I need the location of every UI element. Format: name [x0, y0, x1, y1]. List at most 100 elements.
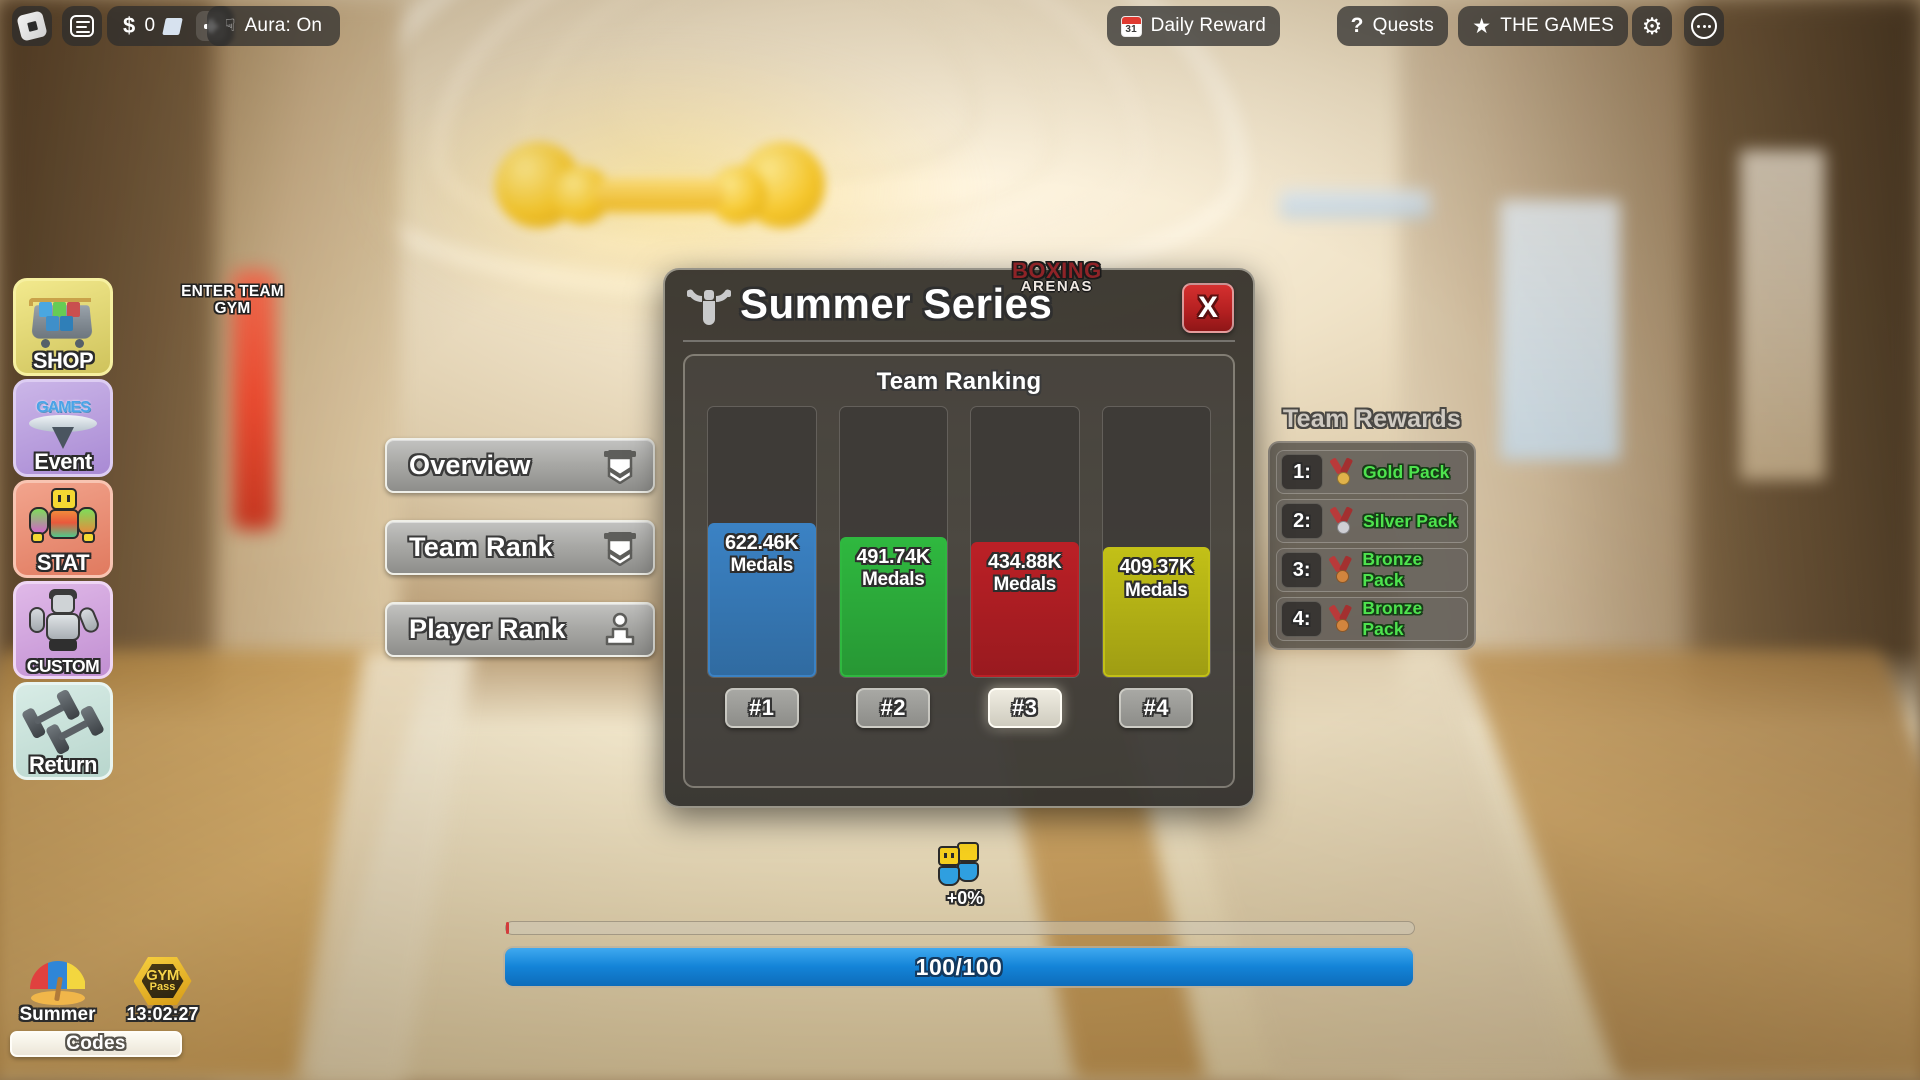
rank-pill-label: #4: [1143, 695, 1169, 720]
gym-pass-badge-line2: Pass: [149, 981, 176, 993]
question-icon: ?: [1350, 14, 1364, 37]
gym-pass-icon: GYM Pass: [130, 955, 196, 1007]
boxing-arenas-watermark: BOXING ARENAS: [1012, 260, 1102, 294]
bar-track: 491.74K Medals: [838, 406, 948, 678]
medal-icon: [1328, 604, 1356, 634]
rank-nav-panel: Overview Team Rank Player Rank: [385, 438, 655, 684]
gym-pass-button[interactable]: GYM Pass 13:02:27: [115, 955, 210, 1026]
teammates-icon: [934, 842, 996, 892]
sidebar-item-return[interactable]: Return: [13, 682, 113, 780]
roblox-topbar: $ 0 ☟ Aura: On 31 Daily Reward ? Quests …: [0, 0, 1920, 52]
bar-fill: 434.88K Medals: [971, 542, 1079, 677]
rank-pill[interactable]: #3: [987, 688, 1062, 728]
enter-team-gym-prompt: ENTER TEAM GYM: [160, 283, 305, 318]
currency-amount: 0: [144, 15, 156, 36]
gym-pass-timer: 13:02:27: [126, 1004, 199, 1024]
reward-place: 1:: [1281, 454, 1323, 490]
menu-icon[interactable]: [62, 6, 102, 46]
sidebar-item-label: SHOP: [32, 348, 94, 373]
reward-place: 3:: [1281, 552, 1323, 588]
sidebar-item-label: STAT: [36, 550, 90, 575]
team-rewards-panel: Team Rewards 1: Gold Pack 2: Silver Pack 3: B…: [1268, 405, 1476, 650]
overview-label: Overview: [409, 450, 531, 480]
rank-pill-label: #3: [1012, 695, 1038, 720]
bar-unit-label: Medals: [993, 574, 1057, 596]
aura-icon: ☟: [225, 16, 236, 35]
sidebar-item-label: Return: [29, 752, 97, 777]
sidebar-item-label: CUSTOM: [26, 656, 100, 676]
enter-team-gym-line2: GYM: [214, 300, 251, 318]
daily-reward-button[interactable]: 31 Daily Reward: [1106, 6, 1280, 46]
bar-unit-label: Medals: [730, 555, 794, 577]
quests-button[interactable]: ? Quests: [1336, 6, 1448, 46]
bottom-left-panel: Summer GYM Pass 13:02:27 Codes: [10, 955, 225, 1057]
bar-value-label: 622.46K: [724, 532, 799, 555]
rank-pill[interactable]: #2: [856, 688, 931, 728]
overview-button[interactable]: Overview: [385, 438, 655, 493]
star-icon: ★: [1472, 14, 1492, 38]
settings-button[interactable]: ⚙: [1632, 6, 1672, 46]
banner-icon: [600, 447, 640, 485]
reward-row: 3: Bronze Pack: [1276, 548, 1468, 592]
beach-umbrella-icon: [25, 955, 91, 1007]
aura-toggle-chip[interactable]: ☟ Aura: On: [207, 6, 341, 46]
sidebar-item-shop[interactable]: SHOP: [13, 278, 113, 376]
team-rewards-list: 1: Gold Pack 2: Silver Pack 3: Bronze Pack 4: B…: [1268, 441, 1476, 650]
muscle-flex-icon: [685, 288, 733, 328]
quests-label: Quests: [1372, 15, 1434, 36]
person-icon: [600, 611, 640, 649]
xp-progress-label: 100/100: [915, 953, 1003, 980]
reward-pack-label: Bronze Pack: [1362, 598, 1423, 639]
player-rank-button[interactable]: Player Rank: [385, 602, 655, 657]
bar-track: 622.46K Medals: [707, 406, 817, 678]
reward-place: 4:: [1281, 601, 1323, 637]
calendar-icon: 31: [1120, 15, 1142, 37]
left-sidebar: SHOP GAMES Event STAT CUSTOM Return: [13, 278, 113, 783]
bar-value-label: 434.88K: [987, 551, 1062, 573]
team-ranking-bar-chart: 622.46K Medals #1 491.74K Medals #2 434.88K Med…: [707, 406, 1211, 728]
games-event-icon: GAMES: [13, 381, 113, 455]
secondary-progress-fill: [506, 922, 509, 934]
medal-icon: [1329, 457, 1357, 487]
banner-icon: [600, 529, 640, 567]
rank-pill-label: #2: [880, 695, 906, 720]
rank-pill-label: #1: [749, 695, 775, 720]
reward-pack-label: Gold Pack: [1363, 461, 1450, 482]
sidebar-item-event[interactable]: GAMES Event: [13, 379, 113, 477]
bar-fill: 622.46K Medals: [708, 523, 816, 677]
customize-character-icon: [13, 583, 113, 657]
muscle-character-icon: [13, 482, 113, 556]
codes-button[interactable]: Codes: [10, 1031, 182, 1057]
bar-unit-label: Medals: [861, 568, 925, 590]
the-games-label: THE GAMES: [1500, 15, 1614, 36]
the-games-button[interactable]: ★ THE GAMES: [1458, 6, 1628, 46]
summer-event-button[interactable]: Summer: [10, 955, 105, 1026]
close-button[interactable]: X: [1182, 283, 1234, 333]
dumbbell-icon: [13, 684, 113, 758]
secondary-progress-bar: [505, 921, 1415, 935]
summer-series-dialog: Summer Series X Team Ranking 622.46K Meda…: [663, 268, 1255, 808]
chart-column: 622.46K Medals #1: [707, 406, 817, 728]
team-rank-label: Team Rank: [409, 532, 553, 562]
roblox-logo-icon[interactable]: [12, 6, 52, 46]
bar-fill: 409.37K Medals: [1102, 547, 1210, 677]
bar-value-label: 409.37K: [1119, 556, 1193, 579]
sidebar-item-stat[interactable]: STAT: [13, 480, 113, 578]
more-icon: [1691, 13, 1717, 39]
more-button[interactable]: [1684, 6, 1724, 46]
rank-pill[interactable]: #4: [1119, 688, 1194, 728]
team-ranking-title: Team Ranking: [876, 368, 1042, 395]
chart-column: 434.88K Medals #3: [970, 406, 1080, 728]
reward-row: 1: Gold Pack: [1276, 450, 1468, 494]
sidebar-item-label: Event: [34, 449, 92, 474]
robux-icon: [162, 17, 184, 35]
player-rank-label: Player Rank: [409, 614, 566, 644]
medal-icon: [1328, 555, 1356, 585]
bar-fill: 491.74K Medals: [839, 536, 947, 677]
bar-track: 434.88K Medals: [970, 406, 1080, 678]
rank-pill[interactable]: #1: [724, 688, 799, 728]
dialog-title: Summer Series: [740, 280, 1053, 327]
team-rank-button[interactable]: Team Rank: [385, 520, 655, 575]
aura-label: Aura: On: [244, 15, 323, 36]
sidebar-item-custom[interactable]: CUSTOM: [13, 581, 113, 679]
